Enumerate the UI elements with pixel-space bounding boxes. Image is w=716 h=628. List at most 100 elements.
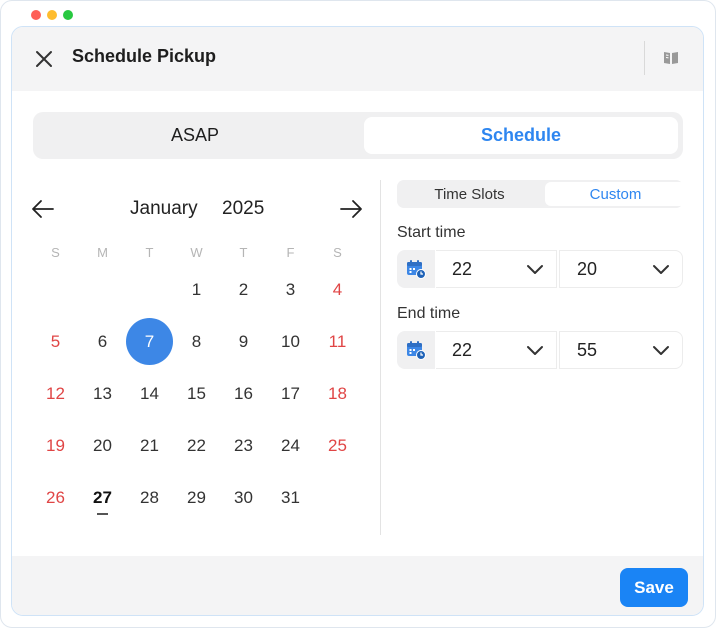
guide-button[interactable] [662,49,680,67]
pickup-mode-toggle: ASAP Schedule [33,112,683,159]
calendar-day-number: 29 [187,487,206,507]
end-time-picker-button[interactable] [397,331,435,369]
today-indicator [97,513,108,515]
start-time-row: 22 20 [397,250,683,288]
next-month-button[interactable] [338,196,364,222]
chevron-down-icon [653,346,669,355]
calendar-day-number: 25 [328,435,347,455]
calendar-day-number: 21 [140,435,159,455]
calendar-day-number: 11 [328,331,347,351]
calendar-day[interactable]: 8 [173,318,220,365]
start-time-picker-button[interactable] [397,250,435,288]
calendar-day[interactable]: 14 [126,370,173,417]
chevron-down-icon [527,265,543,274]
end-hour-value: 22 [452,339,473,360]
calendar-day[interactable]: 20 [79,422,126,469]
close-button[interactable] [32,47,56,71]
calendar-day[interactable]: 12 [32,370,79,417]
calendar-day-number: 13 [93,383,112,403]
calendar-day-number: 15 [187,383,206,403]
calendar-day-number: 31 [281,487,300,507]
calendar-day[interactable]: 25 [314,422,361,469]
book-icon [664,52,678,64]
calendar-clock-icon [407,260,426,279]
calendar-day[interactable]: 30 [220,474,267,521]
start-hour-value: 22 [452,258,473,279]
calendar-day[interactable]: 13 [79,370,126,417]
start-minute-select[interactable]: 20 [559,250,683,288]
calendar-day-selected[interactable]: 7 [126,318,173,365]
chevron-down-icon [527,346,543,355]
calendar-day[interactable]: 23 [220,422,267,469]
dialog-footer [12,556,703,615]
time-mode-toggle: Time Slots Custom [397,180,686,208]
weekday-label: W [190,245,203,260]
calendar-clock-icon [407,341,426,360]
calendar-day[interactable]: 1 [173,266,220,313]
calendar-grid: 1 2 3 4 5 6 7 8 9 10 11 12 13 14 15 16 17 18 19 20 21 22 23 24 2… [32,277,365,547]
calendar-day[interactable]: 9 [220,318,267,365]
calendar-day[interactable]: 24 [267,422,314,469]
calendar-day[interactable]: 10 [267,318,314,365]
calendar-day[interactable]: 18 [314,370,361,417]
calendar-day-number: 20 [93,435,112,455]
end-hour-select[interactable]: 22 [436,331,557,369]
calendar-day[interactable]: 22 [173,422,220,469]
calendar-day[interactable]: 26 [32,474,79,521]
calendar-day-number: 14 [140,383,159,403]
start-minute-value: 20 [577,258,598,279]
asap-option[interactable]: ASAP [38,117,352,154]
window-maximize-button[interactable] [63,10,73,20]
calendar-day[interactable]: 11 [314,318,361,365]
weekday-label: S [333,245,342,260]
calendar-day[interactable]: 4 [314,266,361,313]
save-button[interactable]: Save [620,568,688,607]
end-minute-select[interactable]: 55 [559,331,683,369]
calendar-day-number: 6 [97,331,108,351]
calendar-day-number: 7 [144,331,155,351]
weekday-label: S [51,245,60,260]
calendar-day[interactable]: 31 [267,474,314,521]
app-window: Schedule Pickup ASAP Schedule January 20… [0,0,716,628]
calendar-day[interactable]: 17 [267,370,314,417]
start-hour-select[interactable]: 22 [436,250,557,288]
custom-option[interactable]: Custom [545,182,686,206]
calendar-day[interactable]: 21 [126,422,173,469]
end-minute-value: 55 [577,339,598,360]
calendar-day-number: 16 [234,383,253,403]
schedule-option[interactable]: Schedule [364,117,678,154]
weekday-label: F [286,245,295,260]
calendar-day-number: 28 [140,487,159,507]
calendar-day[interactable]: 15 [173,370,220,417]
calendar-day[interactable]: 28 [126,474,173,521]
calendar-day-number: 2 [238,279,249,299]
calendar-day[interactable]: 5 [32,318,79,365]
calendar-day[interactable]: 16 [220,370,267,417]
calendar-day[interactable]: 19 [32,422,79,469]
dialog-header: Schedule Pickup [12,27,703,91]
calendar-day-number: 30 [234,487,253,507]
window-close-button[interactable] [31,10,41,20]
calendar-day[interactable]: 2 [220,266,267,313]
section-divider [380,180,381,535]
calendar-day-number: 24 [281,435,300,455]
calendar-day-today[interactable]: 27 [79,474,126,521]
calendar-day-number: 1 [191,279,202,299]
calendar-day-number: 3 [285,279,296,299]
close-icon [36,51,52,67]
window-minimize-button[interactable] [47,10,57,20]
calendar-day-number: 5 [50,331,61,351]
year-label[interactable]: 2025 [222,198,264,220]
calendar-day[interactable]: 29 [173,474,220,521]
calendar-day-number: 4 [332,279,343,299]
calendar-day-number: 9 [238,331,249,351]
calendar-navigation: January 2025 [30,194,370,224]
dialog-title: Schedule Pickup [72,46,217,66]
calendar-day[interactable]: 6 [79,318,126,365]
time-slots-option[interactable]: Time Slots [399,182,540,206]
calendar-day[interactable]: 3 [267,266,314,313]
prev-month-button[interactable] [30,196,56,222]
header-divider [644,41,645,75]
month-label[interactable]: January [130,198,198,220]
calendar-day-number: 8 [191,331,202,351]
